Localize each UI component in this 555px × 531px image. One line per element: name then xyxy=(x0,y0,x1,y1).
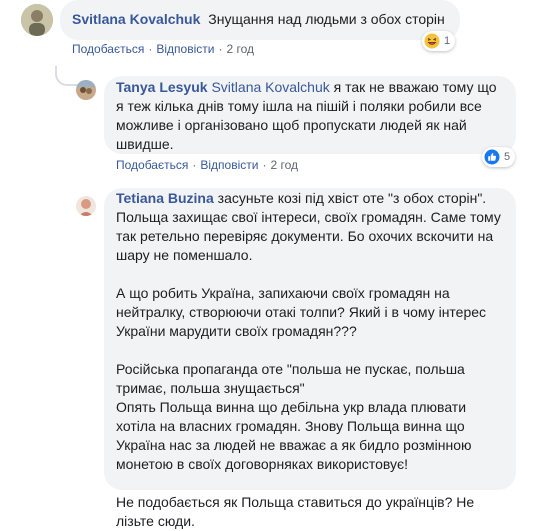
comment-text-line: Не подобається як Польща ставиться до ук… xyxy=(116,494,475,510)
reply-link[interactable]: Відповісти xyxy=(156,42,214,56)
comment-text-line: так ретельно перевіряє документи. Бо охо… xyxy=(116,228,494,244)
comment-text-line: Польща захищає свої інтереси, своїх гром… xyxy=(116,209,501,225)
comment-text-line: я так не вважаю тому що xyxy=(329,79,497,95)
comment-text-line: можливе і організовано щоб пропускати лю… xyxy=(116,117,467,133)
comment-text: Знущання над людьми з обох сторін xyxy=(208,11,445,27)
comment-text: Tanya Lesyuk Svitlana Kovalchuk я так не… xyxy=(116,78,504,154)
comment-paragraph: А що робить Україна, запихаючи своїх гро… xyxy=(116,284,504,341)
avatar-photo-icon xyxy=(21,4,53,36)
reply-link[interactable]: Відповісти xyxy=(200,158,258,172)
comment-text-line: засуньте козі під хвіст оте "з обох стор… xyxy=(213,190,487,206)
comment-bubble: Svitlana Kovalchuk Знущання над людьми з… xyxy=(60,0,460,40)
comment-text-line: Україна нас за людей не вважає а як бидл… xyxy=(116,437,472,453)
comment-paragraph: Російська пропаганда оте "польша не пуск… xyxy=(116,360,504,474)
comment-text-line: я теж кілька днів тому ішла на пішій і п… xyxy=(116,98,482,114)
comment-text-line: Опять Польща винна що дебільна укр влада… xyxy=(116,399,467,415)
comment-time[interactable]: 2 год xyxy=(270,158,298,172)
comment-actions: Подобається · Відповісти · 2 год xyxy=(72,42,254,56)
comment-text-line: тримає, польша знущається" xyxy=(116,380,305,396)
comment-author[interactable]: Svitlana Kovalchuk xyxy=(72,11,200,27)
comment-text-line: Російська пропаганда оте "польша не пуск… xyxy=(116,361,465,377)
reaction-count: 5 xyxy=(504,151,511,163)
avatar-photo-icon xyxy=(76,80,96,100)
comment-text-line: України марудити своїх громадян??? xyxy=(116,323,357,339)
comment-actions: Подобається · Відповісти · 2 год xyxy=(116,158,298,172)
like-link[interactable]: Подобається xyxy=(72,42,144,56)
comment-paragraph: Не подобається як Польща ставиться до ук… xyxy=(116,493,504,531)
comment-text-line: хотіла на власних громадян. Знову Польща… xyxy=(116,418,465,434)
reaction-count-badge[interactable]: 5 xyxy=(482,147,516,167)
reaction-count-badge[interactable]: 1 xyxy=(422,31,456,51)
comment-author[interactable]: Tetiana Buzina xyxy=(116,190,214,206)
avatar-photo-icon xyxy=(76,196,96,216)
comment-text-line: нейтралку, створюючи отакі толпи? Який і… xyxy=(116,304,487,320)
avatar[interactable] xyxy=(76,80,96,100)
like-reaction-icon xyxy=(484,149,500,165)
comment-bubble: Tanya Lesyuk Svitlana Kovalchuk я так не… xyxy=(104,76,516,154)
haha-reaction-icon xyxy=(424,33,440,49)
comment-text-line: швидше. xyxy=(116,136,174,152)
comment-bubble: Tetiana Buzina засуньте козі під хвіст о… xyxy=(104,188,516,529)
like-link[interactable]: Подобається xyxy=(116,158,188,172)
reaction-count: 1 xyxy=(444,35,451,47)
comment-text-line: лізьте сюди. xyxy=(116,513,195,529)
comment-paragraph: Tetiana Buzina засуньте козі під хвіст о… xyxy=(116,189,504,265)
avatar[interactable] xyxy=(21,4,53,36)
comment-text-line: монетою в своїх договорняках використову… xyxy=(116,456,409,472)
comment-text-line: шару не поменшало. xyxy=(116,247,253,263)
comment-time[interactable]: 2 год xyxy=(226,42,254,56)
avatar[interactable] xyxy=(76,196,96,216)
comment-author[interactable]: Tanya Lesyuk xyxy=(116,79,208,95)
comment-text-line: А що робить Україна, запихаючи своїх гро… xyxy=(116,285,450,301)
comment-mention[interactable]: Svitlana Kovalchuk xyxy=(211,79,329,95)
